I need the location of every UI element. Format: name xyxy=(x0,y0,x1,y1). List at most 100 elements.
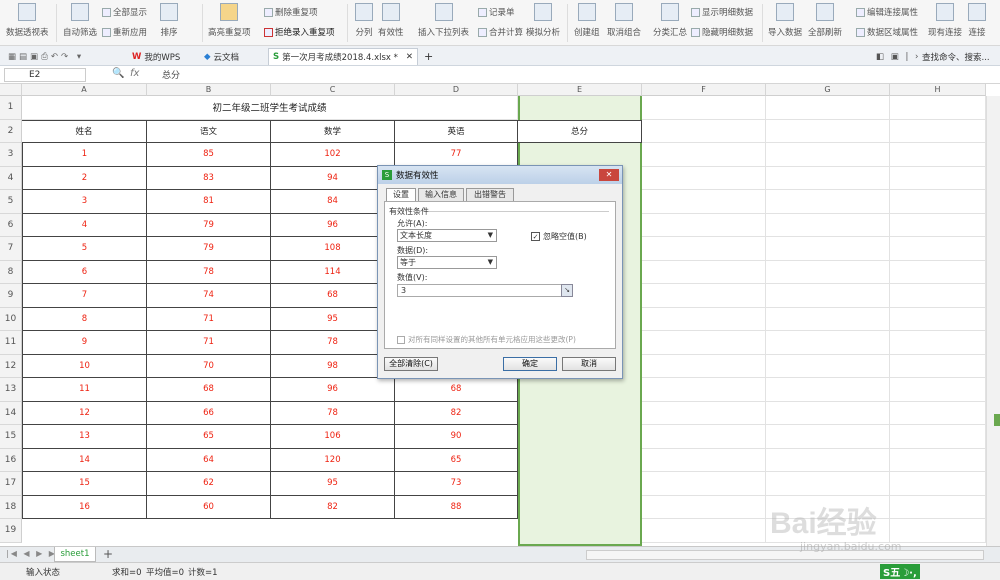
sort-button[interactable]: 排序 xyxy=(160,3,178,38)
data-cell[interactable]: 68 xyxy=(395,378,518,402)
header-cell[interactable]: 总分 xyxy=(518,119,642,143)
tab-error-alert[interactable]: 出错警告 xyxy=(466,188,514,201)
new-tab-button[interactable]: + xyxy=(420,48,437,65)
data-cell[interactable]: 90 xyxy=(395,425,518,449)
empty-cell[interactable] xyxy=(890,190,986,214)
empty-cell[interactable] xyxy=(766,378,890,402)
add-sheet-button[interactable]: + xyxy=(103,547,113,561)
data-cell[interactable]: 68 xyxy=(147,378,271,402)
consolidate-button[interactable]: 合并计算 xyxy=(478,26,523,38)
empty-cell[interactable] xyxy=(890,401,986,425)
empty-cell[interactable] xyxy=(642,472,766,496)
data-cell[interactable]: 96 xyxy=(271,378,395,402)
select-all-corner[interactable] xyxy=(0,84,22,96)
data-cell[interactable]: 12 xyxy=(22,401,147,425)
apply-all-checkbox[interactable]: 对所有同样设置的其他所有单元格应用这些更改(P) xyxy=(397,334,576,345)
row-header-16[interactable]: 16 xyxy=(0,448,22,472)
empty-cell[interactable] xyxy=(766,307,890,331)
data-cell[interactable]: 16 xyxy=(22,495,147,519)
empty-cell[interactable] xyxy=(890,307,986,331)
column-header-h[interactable]: H xyxy=(890,84,986,96)
data-cell[interactable]: 102 xyxy=(271,143,395,167)
row-header-19[interactable]: 19 xyxy=(0,519,22,543)
empty-cell[interactable] xyxy=(766,237,890,261)
tab-active-file[interactable]: S 第一次月考成绩2018.4.xlsx * ✕ xyxy=(268,48,418,65)
row-header-11[interactable]: 11 xyxy=(0,331,22,355)
empty-cell[interactable] xyxy=(766,166,890,190)
empty-cell[interactable] xyxy=(890,354,986,378)
data-cell[interactable]: 85 xyxy=(147,143,271,167)
empty-cell[interactable] xyxy=(766,425,890,449)
existing-connection-button[interactable]: 现有连接 xyxy=(928,3,962,38)
data-cell[interactable]: 70 xyxy=(147,354,271,378)
data-area-button[interactable]: 数据区域属性 xyxy=(856,26,918,38)
empty-cell[interactable] xyxy=(890,143,986,167)
row-header-12[interactable]: 12 xyxy=(0,354,22,378)
clear-all-button[interactable]: 全部清除(C) xyxy=(384,357,438,371)
data-cell[interactable]: 10 xyxy=(22,354,147,378)
row-header-14[interactable]: 14 xyxy=(0,401,22,425)
data-cell[interactable]: 62 xyxy=(147,472,271,496)
column-header-b[interactable]: B xyxy=(147,84,271,96)
what-if-button[interactable]: 模拟分析 xyxy=(526,3,560,38)
data-cell[interactable]: 95 xyxy=(271,472,395,496)
show-detail-button[interactable]: 显示明细数据 xyxy=(691,6,753,18)
edit-link-button[interactable]: 编辑连接属性 xyxy=(856,6,918,18)
row-header-15[interactable]: 15 xyxy=(0,425,22,449)
empty-cell[interactable] xyxy=(642,119,766,143)
data-cell[interactable]: 79 xyxy=(147,213,271,237)
data-cell[interactable]: 82 xyxy=(395,401,518,425)
header-cell[interactable]: 语文 xyxy=(147,119,271,143)
remove-duplicates-button[interactable]: 删除重复项 xyxy=(264,6,318,18)
empty-cell[interactable] xyxy=(890,119,986,143)
row-header-9[interactable]: 9 xyxy=(0,284,22,308)
command-search[interactable]: 查找命令、搜索... xyxy=(918,48,994,65)
empty-cell[interactable] xyxy=(766,448,890,472)
data-cell[interactable]: 60 xyxy=(147,495,271,519)
sheet-title[interactable]: 初二年级二班学生考试成绩 xyxy=(22,96,518,120)
row-header-1[interactable]: 1 xyxy=(0,96,22,120)
row-header-6[interactable]: 6 xyxy=(0,213,22,237)
ime-logo-icon[interactable]: S五☽·, xyxy=(880,564,920,579)
empty-cell[interactable] xyxy=(642,166,766,190)
close-tab-icon[interactable]: ✕ xyxy=(406,52,413,62)
empty-cell[interactable] xyxy=(890,284,986,308)
hide-detail-button[interactable]: 隐藏明细数据 xyxy=(691,26,753,38)
data-cell[interactable]: 82 xyxy=(271,495,395,519)
validity-button[interactable]: 有效性 xyxy=(378,3,404,38)
row-header-2[interactable]: 2 xyxy=(0,119,22,143)
empty-cell[interactable] xyxy=(642,495,766,519)
autofilter-button[interactable]: 自动筛选 xyxy=(63,3,97,38)
sheet-tab-sheet1[interactable]: sheet1 xyxy=(54,547,96,562)
data-cell[interactable]: 78 xyxy=(271,401,395,425)
vertical-scrollbar[interactable] xyxy=(986,96,1000,546)
insert-dropdown-button[interactable]: 插入下拉列表 xyxy=(418,3,469,38)
data-cell[interactable]: 83 xyxy=(147,166,271,190)
empty-cell[interactable] xyxy=(766,96,890,120)
reapply-button[interactable]: 重新应用 xyxy=(102,26,147,38)
data-cell[interactable]: 78 xyxy=(147,260,271,284)
data-cell[interactable]: 120 xyxy=(271,448,395,472)
name-box[interactable]: E2 xyxy=(4,68,86,82)
row-header-4[interactable]: 4 xyxy=(0,166,22,190)
tab-cloud-docs[interactable]: ◆ 云文档 xyxy=(200,48,243,65)
empty-cell[interactable] xyxy=(766,472,890,496)
row-header-8[interactable]: 8 xyxy=(0,260,22,284)
cancel-button[interactable]: 取消 xyxy=(562,357,616,371)
data-cell[interactable]: 65 xyxy=(395,448,518,472)
data-cell[interactable]: 71 xyxy=(147,307,271,331)
empty-cell[interactable] xyxy=(766,354,890,378)
empty-cell[interactable] xyxy=(642,425,766,449)
empty-cell[interactable] xyxy=(890,519,986,543)
empty-cell[interactable] xyxy=(890,472,986,496)
split-column-button[interactable]: 分列 xyxy=(355,3,373,38)
empty-cell[interactable] xyxy=(642,237,766,261)
data-cell[interactable]: 9 xyxy=(22,331,147,355)
empty-cell[interactable] xyxy=(766,401,890,425)
empty-cell[interactable] xyxy=(890,378,986,402)
empty-cell[interactable] xyxy=(642,307,766,331)
reject-duplicates-button[interactable]: 拒绝录入重复项 xyxy=(264,26,335,38)
tab-settings[interactable]: 设置 xyxy=(386,188,416,202)
header-cell[interactable]: 姓名 xyxy=(22,119,147,143)
data-cell[interactable]: 14 xyxy=(22,448,147,472)
